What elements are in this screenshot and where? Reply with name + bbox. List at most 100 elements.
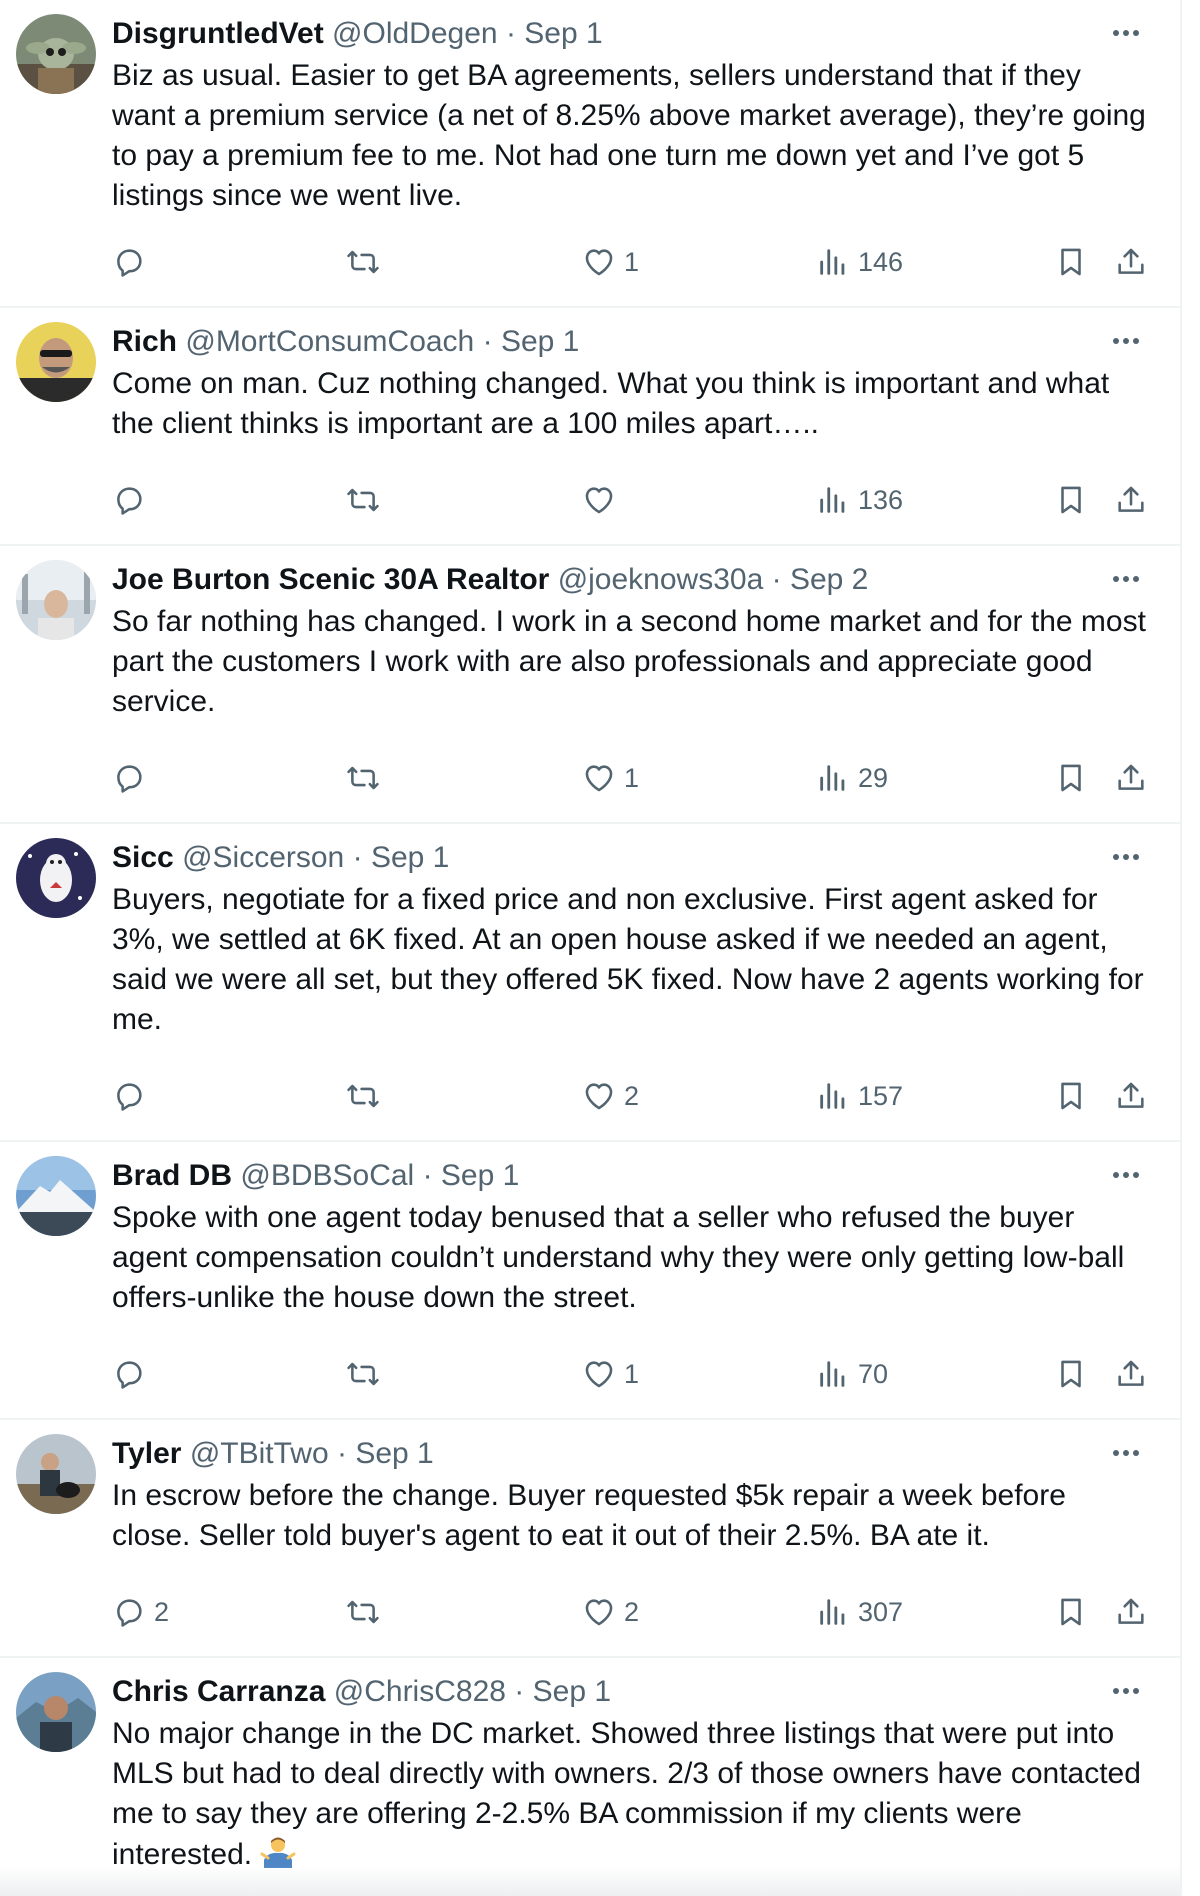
separator: · bbox=[352, 841, 363, 874]
author-handle[interactable]: @ChrisC828 bbox=[334, 1675, 506, 1708]
share-button[interactable] bbox=[1114, 1352, 1148, 1396]
tweet-date[interactable]: Sep 1 bbox=[441, 1159, 519, 1192]
tweet-date[interactable]: Sep 1 bbox=[501, 325, 579, 358]
share-button[interactable] bbox=[1114, 1074, 1148, 1118]
more-icon[interactable] bbox=[1106, 564, 1146, 594]
avatar-rich[interactable] bbox=[16, 322, 96, 402]
avatar-tyler[interactable] bbox=[16, 1434, 96, 1514]
repost-icon bbox=[346, 1079, 380, 1113]
author-name[interactable]: DisgruntledVet bbox=[112, 17, 324, 50]
like-button[interactable]: 2 bbox=[582, 1590, 639, 1634]
tweet-text: Buyers, negotiate for a fixed price and … bbox=[112, 883, 1144, 1036]
author-handle[interactable]: @joeknows30a bbox=[558, 563, 764, 596]
reply-button[interactable] bbox=[112, 240, 154, 284]
like-button[interactable]: 1 bbox=[582, 1352, 639, 1396]
reply-button[interactable] bbox=[112, 478, 154, 522]
tweet-4[interactable]: Sicc @Siccerson · Sep 1 Buyers, negotiat… bbox=[0, 824, 1180, 1142]
views-button[interactable]: 157 bbox=[816, 1074, 903, 1118]
person-shrugging-emoji bbox=[260, 1834, 296, 1870]
reply-button[interactable] bbox=[112, 756, 154, 800]
author-handle[interactable]: @TBitTwo bbox=[190, 1437, 329, 1470]
repost-button[interactable] bbox=[346, 478, 388, 522]
reply-button[interactable]: 2 bbox=[112, 1590, 169, 1634]
tweet-1[interactable]: DisgruntledVet @OldDegen · Sep 1 Biz as … bbox=[0, 0, 1180, 308]
repost-button[interactable] bbox=[346, 1074, 388, 1118]
like-count: 1 bbox=[624, 1358, 640, 1389]
bookmark-button[interactable] bbox=[1054, 1590, 1088, 1634]
tweet-3[interactable]: Joe Burton Scenic 30A Realtor @joeknows3… bbox=[0, 546, 1180, 824]
author-name[interactable]: Chris Carranza bbox=[112, 1675, 325, 1708]
views-button[interactable]: 136 bbox=[816, 478, 903, 522]
author-name[interactable]: Sicc bbox=[112, 841, 174, 874]
more-icon[interactable] bbox=[1106, 18, 1146, 48]
heart-icon bbox=[582, 1079, 616, 1113]
bookmark-button[interactable] bbox=[1054, 1352, 1088, 1396]
share-button[interactable] bbox=[1114, 756, 1148, 800]
separator: · bbox=[336, 1437, 347, 1470]
like-button[interactable]: 2 bbox=[582, 1074, 639, 1118]
more-icon[interactable] bbox=[1106, 1160, 1146, 1190]
tweet-5[interactable]: Brad DB @BDBSoCal · Sep 1 Spoke with one… bbox=[0, 1142, 1180, 1420]
more-icon[interactable] bbox=[1106, 1438, 1146, 1468]
author-handle[interactable]: @Siccerson bbox=[182, 841, 344, 874]
view-count: 29 bbox=[858, 762, 889, 793]
share-icon bbox=[1114, 1357, 1148, 1391]
tweet-text: So far nothing has changed. I work in a … bbox=[112, 605, 1146, 718]
repost-icon bbox=[346, 245, 380, 279]
bookmark-button[interactable] bbox=[1054, 1074, 1088, 1118]
share-button[interactable] bbox=[1114, 240, 1148, 284]
separator: · bbox=[422, 1159, 433, 1192]
tweet-2[interactable]: Rich @MortConsumCoach · Sep 1 Come on ma… bbox=[0, 308, 1180, 546]
like-button[interactable] bbox=[582, 478, 624, 522]
share-icon bbox=[1114, 483, 1148, 517]
author-name[interactable]: Brad DB bbox=[112, 1159, 232, 1192]
more-icon[interactable] bbox=[1106, 842, 1146, 872]
repost-button[interactable] bbox=[346, 1590, 388, 1634]
tweet-header: Sicc @Siccerson · Sep 1 bbox=[112, 838, 1100, 878]
tweet-7[interactable]: Chris Carranza @ChrisC828 · Sep 1 No maj… bbox=[0, 1658, 1180, 1896]
views-button[interactable]: 307 bbox=[816, 1590, 903, 1634]
tweet-date[interactable]: Sep 1 bbox=[371, 841, 449, 874]
avatar-sicc[interactable] bbox=[16, 838, 96, 918]
avatar-chris-carranza[interactable] bbox=[16, 1672, 96, 1752]
views-button[interactable]: 70 bbox=[816, 1352, 888, 1396]
tweet-date[interactable]: Sep 2 bbox=[790, 563, 868, 596]
repost-button[interactable] bbox=[346, 1352, 388, 1396]
author-handle[interactable]: @MortConsumCoach bbox=[185, 325, 474, 358]
author-name[interactable]: Joe Burton Scenic 30A Realtor bbox=[112, 563, 549, 596]
like-button[interactable]: 1 bbox=[582, 756, 639, 800]
tweet-date[interactable]: Sep 1 bbox=[355, 1437, 433, 1470]
repost-button[interactable] bbox=[346, 240, 388, 284]
more-icon[interactable] bbox=[1106, 326, 1146, 356]
author-handle[interactable]: @BDBSoCal bbox=[240, 1159, 414, 1192]
views-button[interactable]: 29 bbox=[816, 756, 888, 800]
reply-button[interactable] bbox=[112, 1074, 154, 1118]
share-button[interactable] bbox=[1114, 478, 1148, 522]
tweet-6[interactable]: Tyler @TBitTwo · Sep 1 In escrow before … bbox=[0, 1420, 1180, 1658]
share-icon bbox=[1114, 245, 1148, 279]
tweet-header: Chris Carranza @ChrisC828 · Sep 1 bbox=[112, 1672, 1100, 1712]
tweet-date[interactable]: Sep 1 bbox=[533, 1675, 611, 1708]
avatar-joe-burton[interactable] bbox=[16, 560, 96, 640]
bookmark-button[interactable] bbox=[1054, 240, 1088, 284]
tweet-header: Tyler @TBitTwo · Sep 1 bbox=[112, 1434, 1100, 1474]
avatar-brad-db[interactable] bbox=[16, 1156, 96, 1236]
reply-button[interactable] bbox=[112, 1352, 154, 1396]
author-name[interactable]: Tyler bbox=[112, 1437, 181, 1470]
author-name[interactable]: Rich bbox=[112, 325, 177, 358]
tweet-date[interactable]: Sep 1 bbox=[524, 17, 602, 50]
reply-feed: DisgruntledVet @OldDegen · Sep 1 Biz as … bbox=[0, 0, 1182, 1896]
bookmark-icon bbox=[1054, 483, 1088, 517]
more-icon[interactable] bbox=[1106, 1676, 1146, 1706]
repost-button[interactable] bbox=[346, 756, 388, 800]
share-button[interactable] bbox=[1114, 1590, 1148, 1634]
views-button[interactable]: 146 bbox=[816, 240, 903, 284]
like-button[interactable]: 1 bbox=[582, 240, 639, 284]
bookmark-icon bbox=[1054, 245, 1088, 279]
bookmark-button[interactable] bbox=[1054, 756, 1088, 800]
author-handle[interactable]: @OldDegen bbox=[332, 17, 498, 50]
tweet-header: Rich @MortConsumCoach · Sep 1 bbox=[112, 322, 1100, 362]
avatar-disgruntledvet[interactable] bbox=[16, 14, 96, 94]
repost-icon bbox=[346, 1357, 380, 1391]
bookmark-button[interactable] bbox=[1054, 478, 1088, 522]
